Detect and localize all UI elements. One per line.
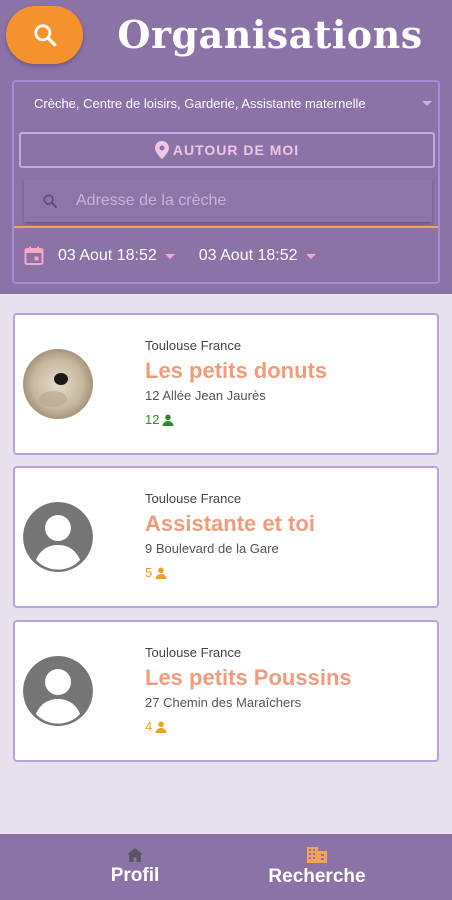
filter-panel: Crèche, Centre de loisirs, Garderie, Ass…: [12, 80, 440, 284]
bottom-navigation: Profil Recherche: [0, 834, 452, 900]
capacity-value: 12: [145, 412, 160, 427]
nav-label-recherche: Recherche: [268, 865, 366, 887]
date-range-row: 03 Aout 18:52 03 Aout 18:52: [24, 242, 340, 270]
nav-item-profil[interactable]: Profil: [104, 834, 166, 900]
person-icon: [155, 567, 167, 579]
search-icon: [33, 24, 56, 47]
date-from-value: 03 Aout 18:52: [58, 247, 157, 264]
page-title: Organisations: [117, 12, 423, 57]
location-pin-icon: [154, 141, 169, 159]
nav-label-profil: Profil: [110, 864, 160, 886]
home-icon: [127, 847, 143, 862]
address-search-field[interactable]: [24, 180, 432, 222]
organisation-address: 27 Chemin des Maraîchers: [145, 695, 302, 710]
calendar-icon: [24, 246, 44, 266]
organisation-city: Toulouse France: [145, 338, 242, 353]
organisation-city: Toulouse France: [145, 491, 242, 506]
capacity-count: 5: [145, 565, 167, 580]
organisation-name: Les petits donuts: [145, 358, 328, 383]
chevron-down-icon: [305, 253, 316, 259]
organisation-address: 12 Allée Jean Jaurès: [145, 388, 266, 403]
default-avatar-icon: [23, 502, 93, 572]
person-icon: [162, 414, 174, 426]
organisation-type-select[interactable]: Crèche, Centre de loisirs, Garderie, Ass…: [22, 88, 436, 118]
organisation-card[interactable]: Toulouse France Les petits Poussins 27 C…: [13, 620, 439, 762]
organisation-avatar-photo: [23, 349, 93, 419]
around-me-button[interactable]: AUTOUR DE MOI: [19, 132, 435, 168]
organisation-name: Assistante et toi: [145, 511, 315, 536]
organisation-card[interactable]: Toulouse France Assistante et toi 9 Boul…: [13, 466, 439, 608]
address-input[interactable]: [76, 192, 376, 210]
app-header: Organisations Crèche, Centre de loisirs,…: [0, 0, 452, 294]
nav-item-recherche[interactable]: Recherche: [256, 834, 378, 900]
date-to-value: 03 Aout 18:52: [198, 247, 298, 264]
organisation-name: Les petits Poussins: [145, 665, 352, 690]
business-icon: [307, 846, 327, 863]
person-icon: [155, 721, 167, 733]
organisation-type-value: Crèche, Centre de loisirs, Garderie, Ass…: [34, 95, 366, 111]
search-button[interactable]: [6, 6, 83, 64]
capacity-value: 5: [145, 565, 153, 580]
around-me-label: AUTOUR DE MOI: [172, 142, 300, 158]
chevron-down-icon: [164, 253, 175, 259]
date-to-picker[interactable]: 03 Aout 18:52: [199, 247, 320, 265]
capacity-value: 4: [145, 719, 153, 734]
default-avatar-icon: [23, 656, 93, 726]
field-underline: [14, 226, 438, 228]
date-from-picker[interactable]: 03 Aout 18:52: [58, 247, 179, 265]
organisation-card[interactable]: Toulouse France Les petits donuts 12 All…: [13, 313, 439, 455]
capacity-count: 12: [145, 412, 174, 427]
search-icon: [42, 193, 58, 209]
capacity-count: 4: [145, 719, 167, 734]
organisation-address: 9 Boulevard de la Gare: [145, 541, 279, 556]
organisation-city: Toulouse France: [145, 645, 242, 660]
chevron-down-icon: [422, 100, 432, 106]
